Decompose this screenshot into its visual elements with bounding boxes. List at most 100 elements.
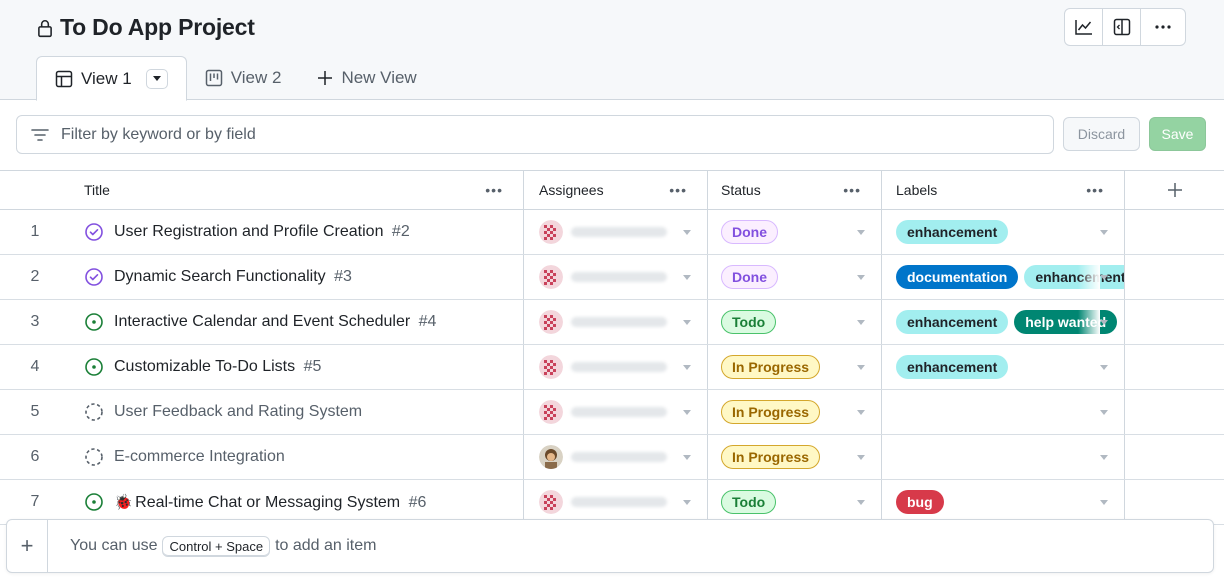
assignees-cell[interactable] [524,300,708,344]
row-number: 3 [30,313,40,330]
add-field-button[interactable] [1125,171,1224,209]
assignees-cell[interactable] [524,390,708,434]
add-item-bar[interactable]: + You can use Control + Space to add an … [6,519,1214,573]
chevron-down-icon[interactable] [683,499,691,505]
column-header-labels[interactable]: Labels ••• [882,171,1125,209]
chevron-down-icon[interactable] [1100,409,1108,415]
item-title[interactable]: Real-time Chat or Messaging System [135,494,400,511]
status-cell[interactable]: Todo [708,480,882,524]
table-row[interactable]: 5 User Feedback and Rating System In Progr… [0,390,1224,435]
draft-issue-icon [85,403,103,421]
title-cell[interactable]: Interactive Calendar and Event Scheduler… [70,300,524,344]
chevron-down-icon[interactable] [857,499,865,505]
title-cell[interactable]: E-commerce Integration [70,435,524,479]
chevron-down-icon[interactable] [857,454,865,460]
column-menu-icon[interactable]: ••• [1086,182,1104,198]
table-row[interactable]: 2 Dynamic Search Functionality #3 Done docu… [0,255,1224,300]
more-options-button[interactable] [1141,9,1185,45]
item-title[interactable]: User Registration and Profile Creation [114,223,383,240]
chevron-down-icon[interactable] [1100,499,1108,505]
assignees-cell[interactable] [524,480,708,524]
chevron-down-icon[interactable] [683,364,691,370]
title-cell[interactable]: User Feedback and Rating System [70,390,524,434]
status-cell[interactable]: In Progress [708,435,882,479]
insights-button[interactable] [1065,9,1103,45]
status-cell[interactable]: In Progress [708,345,882,389]
chevron-down-icon[interactable] [1100,364,1108,370]
title-cell[interactable]: 🐞 Real-time Chat or Messaging System #6 [70,480,524,524]
column-header-status[interactable]: Status ••• [708,171,882,209]
column-menu-icon[interactable]: ••• [843,182,861,198]
label-overflow-fade [1078,255,1100,299]
chevron-down-icon[interactable] [683,454,691,460]
chevron-down-icon[interactable] [857,409,865,415]
labels-cell[interactable]: enhancement help wanted [882,300,1125,344]
tab-view-2-label: View 2 [230,68,282,87]
side-panel-button[interactable] [1103,9,1141,45]
labels-cell[interactable] [882,390,1125,434]
avatar [539,265,563,289]
table-row[interactable]: 3 Interactive Calendar and Event Schedule… [0,300,1224,345]
labels-cell[interactable]: documentationenhancement [882,255,1125,299]
labels-cell[interactable]: enhancement [882,210,1125,254]
view-options-dropdown[interactable] [145,68,168,89]
title-cell[interactable]: User Registration and Profile Creation #… [70,210,524,254]
table-row[interactable]: 4 Customizable To-Do Lists #5 In Progress e… [0,345,1224,390]
add-item-plus-icon[interactable]: + [7,520,48,572]
filter-bar[interactable] [16,115,1054,154]
labels-cell[interactable]: bug [882,480,1125,524]
chevron-down-icon[interactable] [857,274,865,280]
tab-view-2[interactable]: View 2 [187,56,300,100]
status-cell[interactable]: Todo [708,300,882,344]
item-title[interactable]: Interactive Calendar and Event Scheduler [114,313,410,330]
save-button[interactable]: Save [1149,117,1206,151]
chevron-down-icon[interactable] [1100,229,1108,235]
chevron-down-icon[interactable] [857,319,865,325]
row-number: 2 [30,268,40,285]
caret-down-icon [152,76,161,81]
assignees-cell[interactable] [524,345,708,389]
title-text-wrap: E-commerce Integration [114,448,285,466]
item-title[interactable]: E-commerce Integration [114,448,285,465]
column-header-title[interactable]: Title ••• [70,171,524,209]
table-row[interactable]: 6 E-commerce Integration In Progress [0,435,1224,480]
status-cell[interactable]: Done [708,210,882,254]
chevron-down-icon[interactable] [857,229,865,235]
add-item-prefix: You can use [70,537,158,554]
column-menu-icon[interactable]: ••• [485,182,503,198]
header-actions [1064,8,1186,46]
table-row[interactable]: 1 User Registration and Profile Creation … [0,210,1224,255]
assignees-cell[interactable] [524,255,708,299]
chevron-down-icon[interactable] [857,364,865,370]
status-cell[interactable]: Done [708,255,882,299]
item-title[interactable]: Dynamic Search Functionality [114,268,326,285]
new-view-button[interactable]: New View [299,56,434,100]
column-menu-icon[interactable]: ••• [669,182,687,198]
tab-view-1[interactable]: View 1 [36,56,187,101]
chevron-down-icon[interactable] [683,319,691,325]
title-text-wrap: User Registration and Profile Creation #… [114,223,410,241]
avatar [539,490,563,514]
labels-cell[interactable]: enhancement [882,345,1125,389]
chevron-down-icon[interactable] [1100,319,1108,325]
assignees-cell[interactable] [524,210,708,254]
labels-cell[interactable] [882,435,1125,479]
item-title[interactable]: Customizable To-Do Lists [114,358,295,375]
title-cell[interactable]: Customizable To-Do Lists #5 [70,345,524,389]
row-number: 4 [30,358,40,375]
keyboard-shortcut: Control + Space [162,535,271,557]
status-cell[interactable]: In Progress [708,390,882,434]
chevron-down-icon[interactable] [683,274,691,280]
chevron-down-icon[interactable] [683,409,691,415]
assignees-cell[interactable] [524,435,708,479]
filter-input[interactable] [61,125,1053,144]
title-cell[interactable]: Dynamic Search Functionality #3 [70,255,524,299]
column-header-assignees[interactable]: Assignees ••• [524,171,708,209]
chevron-down-icon[interactable] [1100,274,1108,280]
item-title[interactable]: User Feedback and Rating System [114,403,362,420]
chevron-down-icon[interactable] [683,229,691,235]
chevron-down-icon[interactable] [1100,454,1108,460]
bug-emoji-icon: 🐞 [114,493,133,511]
status-badge: Done [721,265,778,289]
discard-button[interactable]: Discard [1063,117,1140,151]
